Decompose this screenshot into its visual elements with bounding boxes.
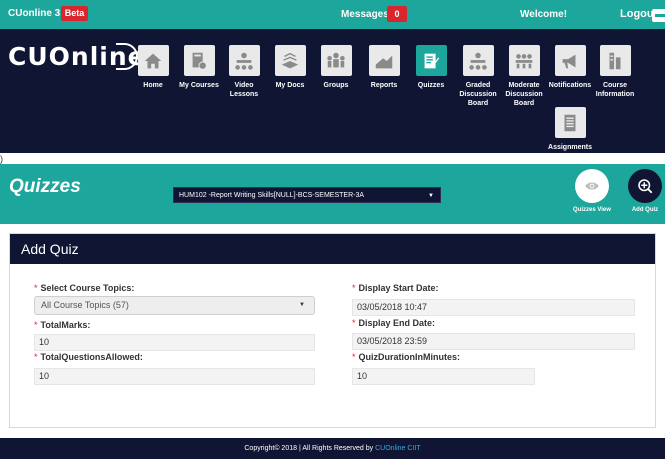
messages-count-badge[interactable]: 0 (387, 6, 407, 22)
assignments-icon (564, 114, 576, 131)
nav-groups[interactable]: Groups (314, 45, 358, 90)
nav-reports[interactable]: Reports (362, 45, 406, 90)
beta-badge: Beta (61, 6, 88, 21)
nav-my-docs[interactable]: My Docs (268, 45, 312, 90)
nav-label: Groups (323, 82, 349, 89)
quiz-duration-input[interactable]: 10 (352, 368, 535, 385)
nav-home[interactable]: Home (131, 45, 175, 90)
nav-label: Graded Discussion Board (459, 82, 497, 107)
nav-label: Video Lessons (229, 82, 259, 98)
nav-label: Quizzes (417, 82, 445, 89)
nav-label: Course Information (595, 82, 635, 98)
megaphone-icon (562, 54, 576, 68)
graded-discussion-icon (469, 52, 487, 70)
quizzes-header: Quizzes HUM102 -Report Writing Skills[NU… (0, 164, 665, 224)
quiz-icon (424, 53, 440, 68)
chevron-down-icon: ▼ (428, 193, 434, 199)
course-topics-select[interactable]: All Course Topics (57) ▼ (34, 296, 315, 315)
course-select[interactable]: HUM102 -Report Writing Skills[NULL]-BCS-… (173, 187, 441, 203)
nav-label: Reports (370, 82, 398, 89)
required-marker: * (352, 318, 356, 328)
total-marks-label: * TotalMarks: (34, 320, 91, 330)
footer: Copyright© 2018 | All Rights Reserved by… (0, 438, 665, 459)
nav-label: Home (143, 82, 163, 89)
nav-label: My Courses (179, 82, 219, 89)
quizzes-view-label: Quizzes View (573, 207, 611, 213)
book-icon (192, 52, 207, 70)
add-quiz-icon (638, 179, 653, 194)
nav-label: Moderate Discussion Board (505, 82, 543, 107)
cuonline-ciit-link[interactable]: CUOnline CIIT (375, 445, 421, 452)
course-topics-label: * Select Course Topics: (34, 283, 135, 293)
quiz-duration-label: * QuizDurationInMinutes: (352, 352, 461, 362)
nav-label: Notifications (548, 82, 592, 89)
total-questions-input[interactable]: 10 (34, 368, 315, 385)
add-quiz-panel: Add Quiz * Select Course Topics: All Cour… (9, 233, 656, 428)
groups-icon (327, 52, 345, 67)
quizzes-view-button[interactable]: Quizzes View (573, 169, 611, 213)
video-lessons-icon (235, 52, 253, 70)
reports-icon (375, 55, 393, 68)
home-icon (144, 53, 162, 68)
stray-text: ) (0, 154, 3, 164)
display-start-date-label: * Display Start Date: (352, 283, 439, 293)
nav-label: Assignments (548, 144, 592, 151)
copyright-text: Copyright© 2018 | All Rights Reserved by (244, 445, 376, 452)
display-end-date-input[interactable]: 03/05/2018 23:59 (352, 333, 635, 350)
nav-my-courses[interactable]: My Courses (177, 45, 221, 90)
app-brand: CUonline 3.0 (8, 8, 69, 19)
eye-icon (585, 182, 599, 190)
display-start-date-input[interactable]: 03/05/2018 10:47 (352, 299, 635, 316)
course-select-value: HUM102 -Report Writing Skills[NULL]-BCS-… (179, 192, 365, 199)
required-marker: * (352, 352, 356, 362)
panel-title: Add Quiz (10, 234, 655, 264)
page-title: Quizzes (9, 176, 81, 197)
nav-graded-discussion-board[interactable]: Graded Discussion Board (456, 45, 500, 108)
add-quiz-button[interactable]: Add Quiz (628, 169, 662, 213)
docs-icon (281, 52, 299, 68)
logout-icon[interactable] (652, 9, 665, 22)
nav-label: My Docs (275, 82, 305, 89)
total-questions-label: * TotalQuestionsAllowed: (34, 352, 143, 362)
moderate-discussion-icon (515, 53, 533, 68)
nav-moderate-discussion-board[interactable]: Moderate Discussion Board (502, 45, 546, 108)
chevron-down-icon: ▼ (299, 302, 305, 308)
add-quiz-label: Add Quiz (631, 207, 659, 213)
display-end-date-label: * Display End Date: (352, 318, 436, 328)
nav-notifications[interactable]: Notifications (548, 45, 592, 90)
main-nav: CUOnline Home My Courses Video Lessons M… (0, 29, 665, 153)
total-marks-input[interactable]: 10 (34, 334, 315, 351)
nav-quizzes[interactable]: Quizzes (409, 45, 453, 90)
required-marker: * (34, 352, 38, 362)
nav-assignments[interactable]: Assignments (548, 107, 592, 152)
nav-video-lessons[interactable]: Video Lessons (222, 45, 266, 99)
top-bar: CUonline 3.0 Beta Messages 0 Welcome! Lo… (0, 0, 665, 29)
course-topics-value: All Course Topics (57) (41, 300, 129, 310)
welcome-text: Welcome! (520, 9, 568, 20)
required-marker: * (34, 320, 38, 330)
messages-link[interactable]: Messages (341, 9, 389, 20)
course-info-icon (609, 52, 621, 69)
required-marker: * (34, 283, 38, 293)
nav-course-information[interactable]: Course Information (593, 45, 637, 99)
required-marker: * (352, 283, 356, 293)
